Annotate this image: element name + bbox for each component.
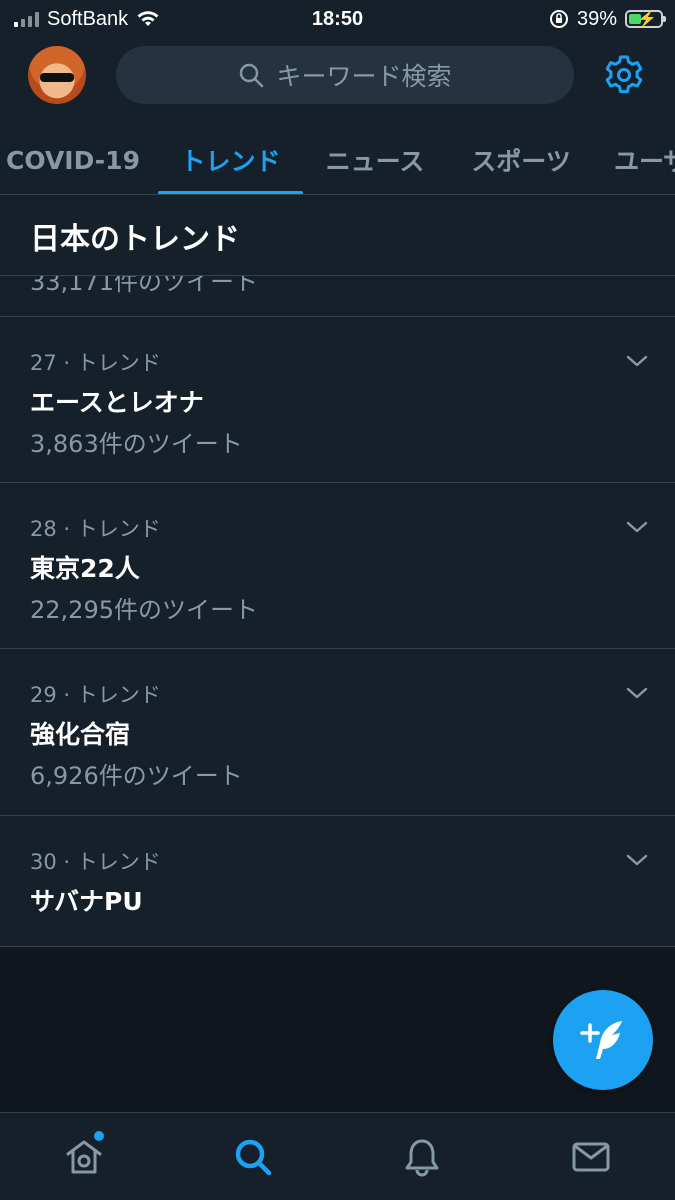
trend-rank: 28 · トレンド <box>30 517 161 541</box>
compose-tweet-icon <box>580 1021 622 1059</box>
chevron-down-icon[interactable] <box>625 681 649 705</box>
avatar[interactable] <box>28 46 86 104</box>
trend-name: 強化合宿 <box>30 720 131 749</box>
bell-icon <box>405 1139 439 1176</box>
avatar-sunglasses <box>40 73 74 82</box>
search-placeholder: キーワード検索 <box>276 62 452 91</box>
trend-item[interactable]: 30 · トレンド サバナPU <box>0 816 675 947</box>
tab-label: スポーツ <box>471 147 571 176</box>
mail-icon <box>572 1142 610 1171</box>
chevron-down-icon[interactable] <box>625 349 649 373</box>
section-title-text: 日本のトレンド <box>30 221 240 257</box>
search-input[interactable]: キーワード検索 <box>116 46 574 104</box>
trend-item[interactable]: 29 · トレンド 強化合宿 6,926件のツイート <box>0 649 675 816</box>
home-icon <box>66 1140 102 1173</box>
top-bar: キーワード検索 <box>0 44 675 108</box>
orientation-lock-icon <box>549 10 568 28</box>
wifi-icon <box>137 11 159 26</box>
chevron-down-icon[interactable] <box>625 515 649 539</box>
trend-item[interactable]: 28 · トレンド 東京22人 22,295件のツイート <box>0 483 675 649</box>
search-icon <box>235 1139 272 1175</box>
tab-trends[interactable]: トレンド <box>158 125 303 194</box>
trend-tweet-count: 22,295件のツイート <box>30 596 258 624</box>
nav-home[interactable] <box>0 1113 169 1200</box>
tab-label: トレンド <box>180 147 281 176</box>
section-title: 日本のトレンド <box>0 196 675 276</box>
cell-signal-icon <box>14 11 39 27</box>
nav-notifications[interactable] <box>338 1113 507 1200</box>
home-badge <box>94 1131 104 1141</box>
explore-tabs: COVID-19 トレンド ニュース スポーツ ユーザ <box>0 125 675 195</box>
trend-name: サバナPU <box>30 887 143 916</box>
trend-tweet-count: 3,863件のツイート <box>30 430 243 458</box>
compose-tweet-button[interactable] <box>553 990 653 1090</box>
tab-news[interactable]: ニュース <box>314 125 436 194</box>
search-icon <box>240 63 264 88</box>
trend-rank: 30 · トレンド <box>30 850 161 874</box>
tab-covid-19[interactable]: COVID-19 <box>0 125 146 194</box>
status-bar-left: SoftBank <box>14 8 160 31</box>
gear-icon[interactable] <box>602 53 646 97</box>
nav-explore[interactable] <box>169 1113 338 1200</box>
battery-percent: 39% <box>576 7 617 30</box>
tab-sports[interactable]: スポーツ <box>460 125 582 194</box>
trend-name: 東京22人 <box>30 554 140 583</box>
tab-label: COVID-19 <box>6 145 140 175</box>
nav-messages[interactable] <box>506 1113 675 1200</box>
trend-rank: 27 · トレンド <box>30 351 161 375</box>
bottom-nav <box>0 1112 675 1200</box>
battery-icon: ⚡ <box>625 10 666 28</box>
chevron-down-icon[interactable] <box>625 848 649 872</box>
trend-name: エースとレオナ <box>30 388 204 417</box>
carrier-name: SoftBank <box>47 7 129 30</box>
status-bar: SoftBank 18:50 39% ⚡ <box>0 0 675 38</box>
tab-label: ユーザ <box>614 147 675 176</box>
trend-rank: 29 · トレンド <box>30 683 161 707</box>
status-bar-right: 39% ⚡ <box>549 7 666 31</box>
trend-item[interactable]: 27 · トレンド エースとレオナ 3,863件のツイート <box>0 317 675 483</box>
tab-label: ニュース <box>325 147 425 176</box>
tab-users[interactable]: ユーザ <box>614 125 675 194</box>
trend-tweet-count: 6,926件のツイート <box>30 762 243 790</box>
